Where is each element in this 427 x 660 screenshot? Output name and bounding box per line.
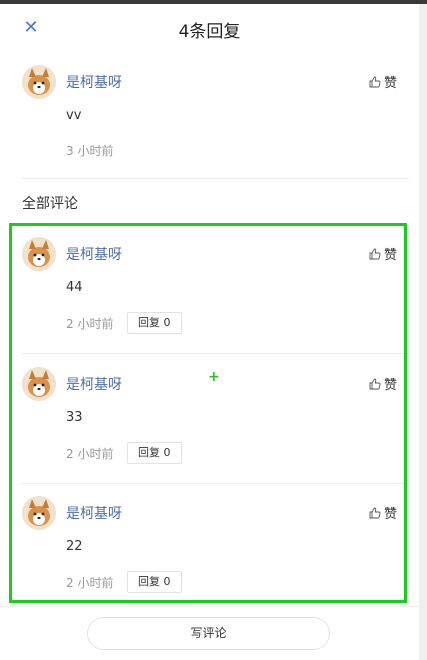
comment-text: vv xyxy=(66,108,82,123)
original-comment: 是柯基呀 赞 vv 3 小时前 xyxy=(0,60,419,180)
corgi-avatar-icon xyxy=(22,65,56,99)
plus-marker-icon: + xyxy=(208,369,220,385)
replies-sheet: ✕ 4条回复 是柯基呀 赞 vv 3 小时前 全部评论 是柯基呀 赞 44 2 … xyxy=(0,4,419,660)
like-label: 赞 xyxy=(383,76,397,91)
thumbs-up-icon xyxy=(369,76,381,87)
like-button[interactable]: 赞 xyxy=(369,72,397,91)
section-title: 全部评论 xyxy=(22,196,78,212)
write-comment-button[interactable]: 写评论 xyxy=(87,617,330,650)
selection-highlight xyxy=(9,223,407,603)
comment-time: 3 小时前 xyxy=(66,144,114,158)
scrollbar[interactable] xyxy=(419,4,427,660)
page-title: 4条回复 xyxy=(178,22,241,42)
bottom-bar: 写评论 xyxy=(0,606,419,660)
divider xyxy=(22,178,409,179)
author-name[interactable]: 是柯基呀 xyxy=(66,72,122,92)
avatar[interactable] xyxy=(22,65,56,99)
header: ✕ 4条回复 xyxy=(0,4,419,56)
